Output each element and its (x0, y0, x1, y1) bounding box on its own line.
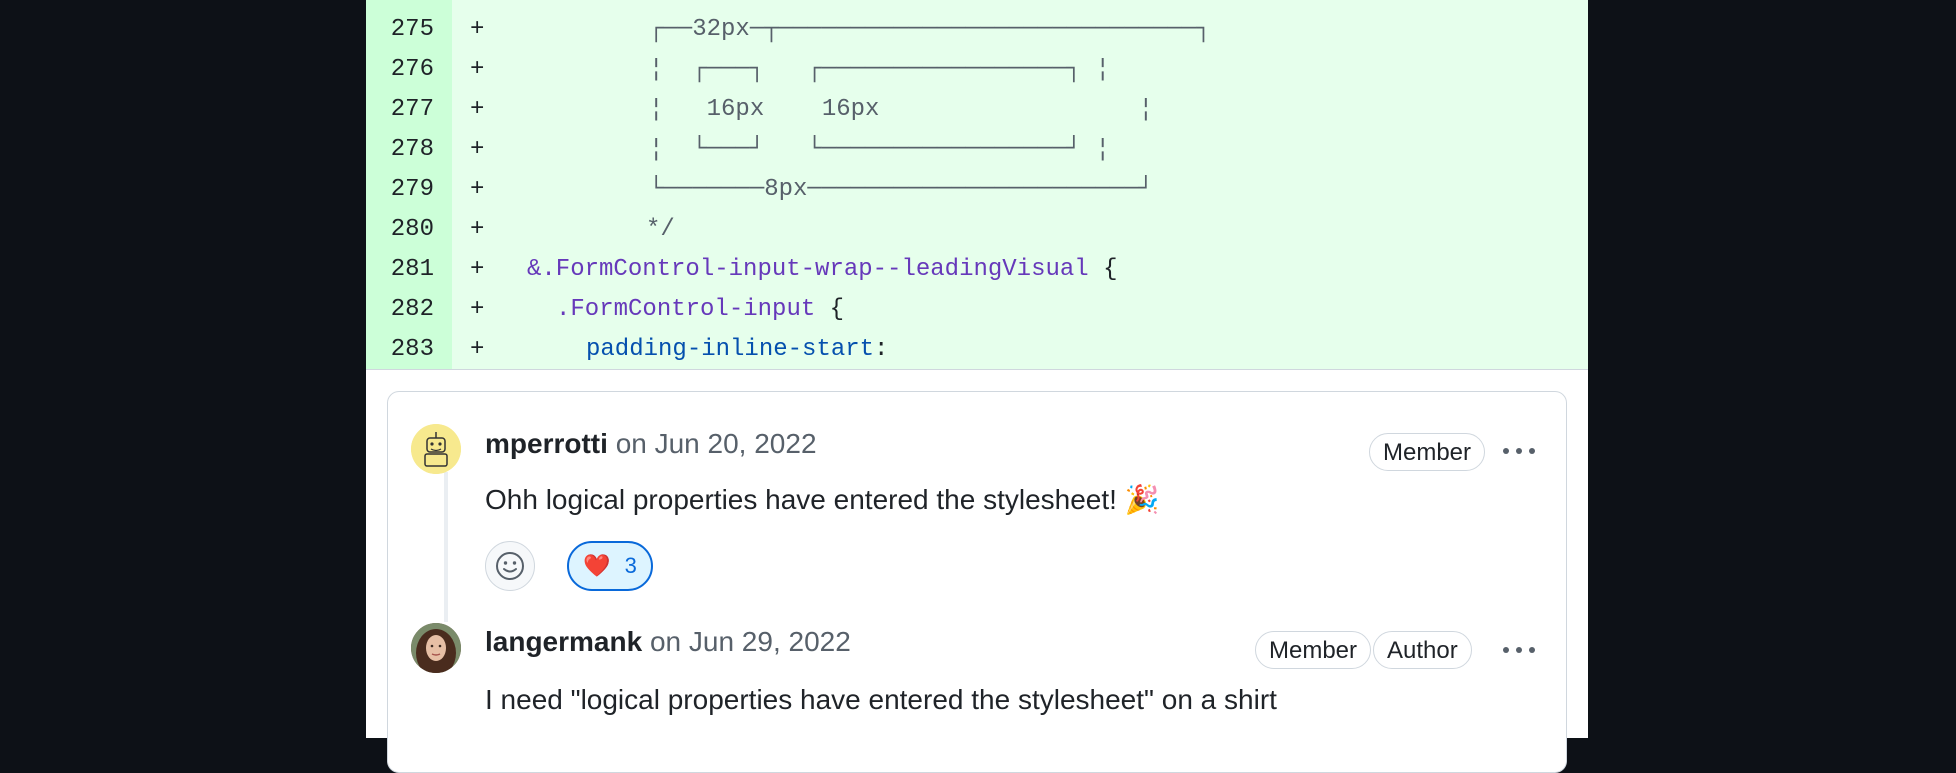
reaction-count: 3 (624, 553, 637, 578)
author-badge: Author (1373, 631, 1472, 669)
css-property: padding-inline-start (586, 336, 875, 363)
line-number[interactable]: 282 (366, 290, 434, 330)
avatar[interactable] (411, 623, 461, 673)
comment-author[interactable]: langermank (485, 626, 642, 657)
diff-line: 281 + &.FormControl-input-wrap--leadingV… (366, 250, 1588, 290)
kebab-dot-icon (1503, 448, 1509, 454)
avatar[interactable] (411, 424, 461, 474)
line-number[interactable]: 276 (366, 50, 434, 90)
kebab-dot-icon (1529, 448, 1535, 454)
kebab-dot-icon (1516, 647, 1522, 653)
comment-header: mperrotti on Jun 20, 2022 (485, 427, 817, 461)
avatar-photo-icon (411, 623, 461, 673)
comment-date[interactable]: on Jun 29, 2022 (650, 626, 851, 657)
kebab-dot-icon (1529, 647, 1535, 653)
comment-date[interactable]: on Jun 20, 2022 (616, 428, 817, 459)
member-badge: Member (1369, 433, 1486, 471)
comment-options-button[interactable] (1499, 436, 1539, 466)
pull-request-panel: 275 + ┌──32px─┬─────────────────────────… (366, 0, 1588, 773)
css-selector: .FormControl-input (556, 296, 816, 323)
diff-line: 275 + ┌──32px─┬─────────────────────────… (366, 10, 1588, 50)
diff-sign: + (470, 216, 485, 243)
diff-sign: + (470, 136, 485, 163)
code-text: ┌──32px─┬─────────────────────────────┐ (649, 16, 1211, 43)
diff-line: 279 + └───────8px───────────────────────… (366, 170, 1588, 210)
diff-sign: + (470, 336, 485, 363)
member-badge: Member (1255, 631, 1372, 669)
comment-header: langermank on Jun 29, 2022 (485, 625, 851, 659)
diff-line: 277 + ¦ 16px 16px ¦ (366, 90, 1588, 130)
code-text: &.FormControl-input-wrap--leadingVisual … (527, 250, 1118, 290)
line-number[interactable]: 278 (366, 130, 434, 170)
thread-timeline (444, 472, 448, 622)
diff-line: 280 + */ (366, 210, 1588, 250)
css-punctuation: { (1088, 256, 1118, 283)
diff-line: 282 + .FormControl-input { (366, 290, 1588, 330)
diff-sign: + (470, 176, 485, 203)
line-number[interactable]: 280 (366, 210, 434, 250)
smiley-icon (496, 552, 524, 580)
comment-body: I need "logical properties have entered … (485, 684, 1277, 715)
css-selector: &.FormControl-input-wrap--leadingVisual (527, 256, 1089, 283)
line-number[interactable]: 277 (366, 90, 434, 130)
add-reaction-button[interactable] (485, 541, 535, 591)
line-number[interactable]: 279 (366, 170, 434, 210)
diff-sign: + (470, 96, 485, 123)
diff-line: 276 + ¦ ┌───┐ ┌─────────────────┐ ¦ (366, 50, 1588, 90)
comment-author[interactable]: mperrotti (485, 428, 608, 459)
line-number[interactable]: 281 (366, 250, 434, 290)
kebab-dot-icon (1516, 448, 1522, 454)
code-text: */ (646, 216, 675, 243)
line-number[interactable]: 275 (366, 10, 434, 50)
code-text: ¦ 16px 16px ¦ (649, 96, 1154, 123)
diff-sign: + (470, 56, 485, 83)
diff-hunk: 275 + ┌──32px─┬─────────────────────────… (366, 0, 1588, 370)
kebab-dot-icon (1503, 647, 1509, 653)
heart-reaction-button[interactable]: ❤️ 3 (567, 541, 653, 591)
comment-options-button[interactable] (1499, 635, 1539, 665)
css-punctuation: { (815, 296, 845, 323)
diff-sign: + (470, 16, 485, 43)
diff-line: 283 + padding-inline-start: (366, 330, 1588, 369)
code-text: .FormControl-input { (556, 290, 844, 330)
heart-icon: ❤️ (583, 553, 611, 578)
comment-body: Ohh logical properties have entered the … (485, 484, 1160, 515)
diff-sign: + (470, 296, 485, 323)
diff-line: 278 + ¦ └───┘ └─────────────────┘ ¦ (366, 130, 1588, 170)
avatar-illustration-icon (411, 424, 461, 474)
code-text: └───────8px───────────────────────┘ (649, 176, 1154, 203)
diff-sign: + (470, 256, 485, 283)
code-text: ¦ ┌───┐ ┌─────────────────┐ ¦ (649, 56, 1110, 83)
review-comment-thread: mperrotti on Jun 20, 2022 Member Ohh log… (387, 391, 1567, 773)
css-punctuation: : (874, 336, 889, 363)
code-text: padding-inline-start: (586, 330, 889, 369)
code-text: ¦ └───┘ └─────────────────┘ ¦ (649, 136, 1110, 163)
line-number[interactable]: 283 (366, 330, 434, 369)
